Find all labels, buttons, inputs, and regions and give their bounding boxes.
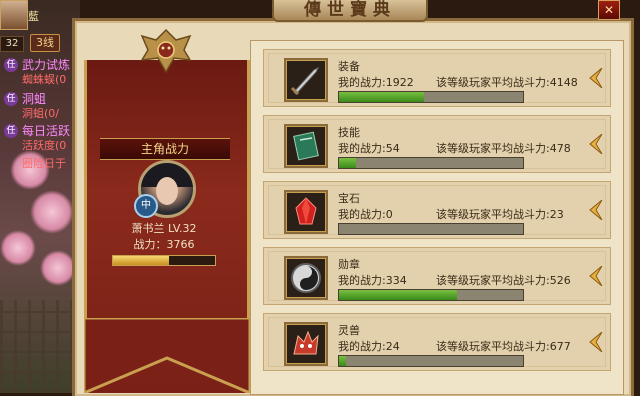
close-button[interactable]: ✕ [598,0,620,20]
hero-power-bar-fill [113,256,170,265]
list-item[interactable]: 宝石 我的战力:0 该等级玩家平均战斗力:23 [263,181,611,239]
quest-icon: 任 [4,58,18,72]
hero-section-title: 主角战力 [100,138,230,160]
category-name: 技能 [338,126,360,139]
hero-power: 战力：3766 [133,238,195,251]
quest-icon: 任 [4,124,18,138]
line-selector[interactable]: 3线 [30,34,60,52]
power-progress-bar [338,355,524,367]
quest-item[interactable]: 任武力试炼 蜘蛛蜈(0 [4,58,70,87]
average-power: 该等级玩家平均战斗力:4148 [436,76,578,89]
average-power: 该等级玩家平均战斗力:526 [436,274,571,287]
my-power: 我的战力:0 [338,208,393,221]
blossom-decoration [40,250,76,286]
quest-item[interactable]: 任每日活跃 活跃度(0 [4,124,70,153]
quest-icon: 任 [4,92,18,106]
average-power: 该等级玩家平均战斗力:478 [436,142,571,155]
power-progress-fill [339,290,457,300]
player-level: 32 [0,36,24,52]
list-item[interactable]: 技能 我的战力:54 该等级玩家平均战斗力:478 [263,115,611,173]
power-progress-fill [339,158,356,168]
category-name: 勋章 [338,258,360,271]
my-power: 我的战力:1922 [338,76,414,89]
fence-decoration [0,300,80,393]
list-item[interactable]: 灵兽 我的战力:24 该等级玩家平均战斗力:677 [263,313,611,371]
panel-title: 傳世寶典 [304,0,396,20]
power-progress-bar [338,91,524,103]
chevron-left-icon[interactable] [586,134,604,154]
banner-tail [84,318,250,393]
player-avatar[interactable] [0,0,28,30]
power-progress-fill [339,92,424,102]
average-power: 该等级玩家平均战斗力:677 [436,340,571,353]
chevron-left-icon[interactable] [586,68,604,88]
category-name: 装备 [338,60,360,73]
my-power: 我的战力:24 [338,340,400,353]
category-name: 宝石 [338,192,360,205]
power-progress-bar [338,289,524,301]
quest-item[interactable]: 任洞蛆 洞蛆(0/ [4,92,59,121]
blossom-decoration [0,230,36,266]
spirit-beast-icon [284,322,328,366]
power-progress-fill [339,356,347,366]
power-category-list[interactable]: 装备 我的战力:1922 该等级玩家平均战斗力:4148 技能 我的战力:54 … [250,40,624,395]
sword-icon [284,58,328,102]
skill-book-icon [284,124,328,168]
quest-item[interactable]: 圈险日于 [4,156,66,171]
list-item[interactable]: 勋章 我的战力:334 该等级玩家平均战斗力:526 [263,247,611,305]
hero-name-level: 萧书兰 LV.32 [131,222,197,235]
chevron-left-icon[interactable] [586,332,604,352]
class-badge: 中 [134,194,158,218]
player-name: 藍 [28,10,39,23]
my-power: 我的战力:334 [338,274,407,287]
my-power: 我的战力:54 [338,142,400,155]
list-item[interactable]: 装备 我的战力:1922 该等级玩家平均战斗力:4148 [263,49,611,107]
power-progress-bar [338,157,524,169]
blossom-decoration [30,190,74,234]
power-progress-bar [338,223,524,235]
gem-icon [284,190,328,234]
chevron-left-icon[interactable] [586,266,604,286]
dragon-crest-icon [140,28,192,74]
category-name: 灵兽 [338,324,360,337]
medal-icon [284,256,328,300]
hero-power-bar [112,255,216,266]
panel-title-bar: 傳世寶典 [272,0,428,22]
chevron-left-icon[interactable] [586,200,604,220]
average-power: 该等级玩家平均战斗力:23 [436,208,564,221]
